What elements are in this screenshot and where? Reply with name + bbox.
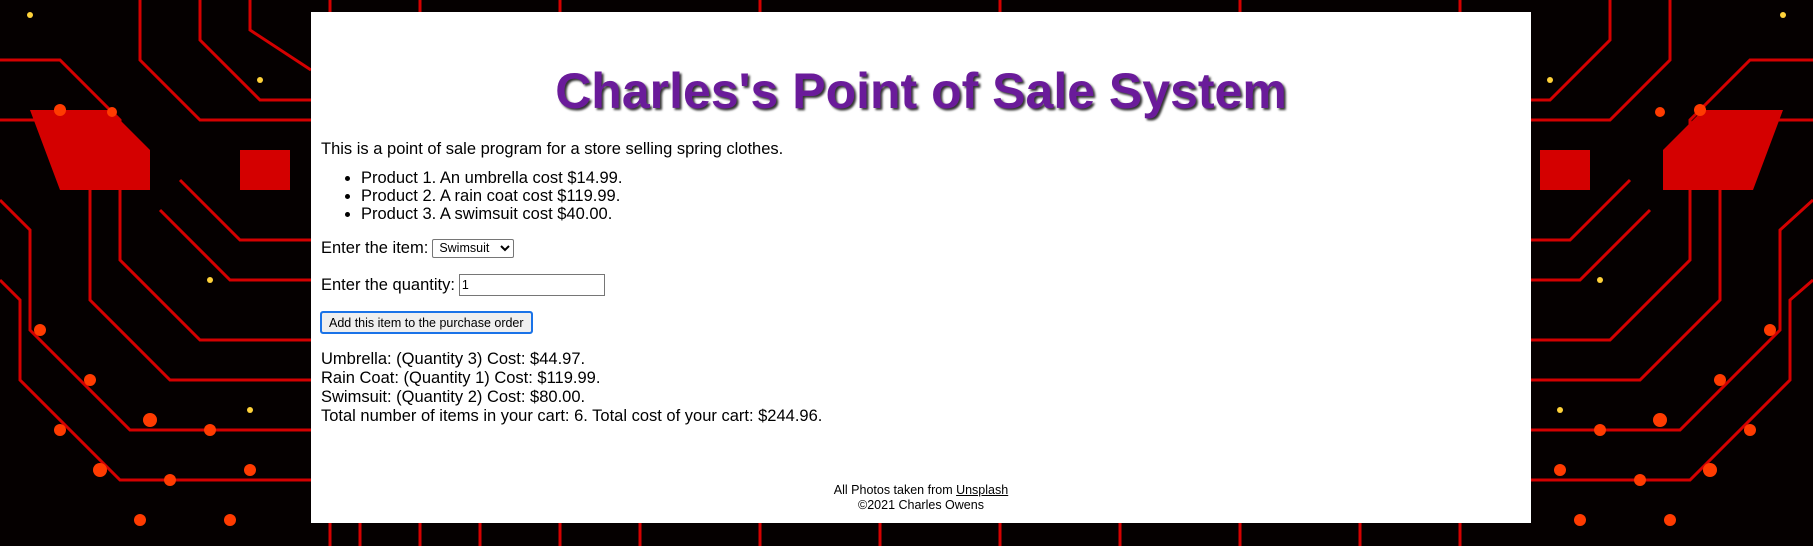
main-content: This is a point of sale program for a st… [320, 140, 1521, 426]
unsplash-link[interactable]: Unsplash [956, 483, 1008, 497]
cart-total: Total number of items in your cart: 6. T… [321, 407, 823, 425]
quantity-input[interactable] [458, 274, 605, 296]
quantity-label: Enter the quantity: [321, 275, 455, 294]
item-label: Enter the item: [321, 238, 429, 257]
item-select[interactable]: Swimsuit [432, 238, 515, 258]
product-list: Product 1. An umbrella cost $14.99. Prod… [321, 169, 1521, 223]
order-line: Umbrella: (Quantity 3) Cost: $44.97. [321, 350, 586, 368]
order-summary: Umbrella: (Quantity 3) Cost: $44.97. Rai… [321, 350, 1521, 407]
photo-credit: All Photos taken from Unsplash [311, 483, 1531, 498]
main-panel: Charles's Point of Sale System This is a… [311, 12, 1531, 523]
product-item: Product 3. A swimsuit cost $40.00. [361, 205, 1521, 223]
order-line: Swimsuit: (Quantity 2) Cost: $80.00. [321, 388, 586, 406]
product-item: Product 2. A rain coat cost $119.99. [361, 187, 1521, 205]
product-item: Product 1. An umbrella cost $14.99. [361, 169, 1521, 187]
add-item-button[interactable]: Add this item to the purchase order [320, 311, 533, 334]
order-line: Rain Coat: (Quantity 1) Cost: $119.99. [321, 369, 601, 387]
page-title: Charles's Point of Sale System [555, 63, 1287, 119]
item-row: Enter the item: Swimsuit [321, 238, 1521, 258]
intro-text: This is a point of sale program for a st… [321, 140, 784, 158]
photo-credit-prefix: All Photos taken from [833, 483, 957, 497]
footer: All Photos taken from Unsplash ©2021 Cha… [311, 483, 1531, 513]
copyright: ©2021 Charles Owens [858, 498, 984, 512]
quantity-row: Enter the quantity: [321, 274, 1521, 296]
